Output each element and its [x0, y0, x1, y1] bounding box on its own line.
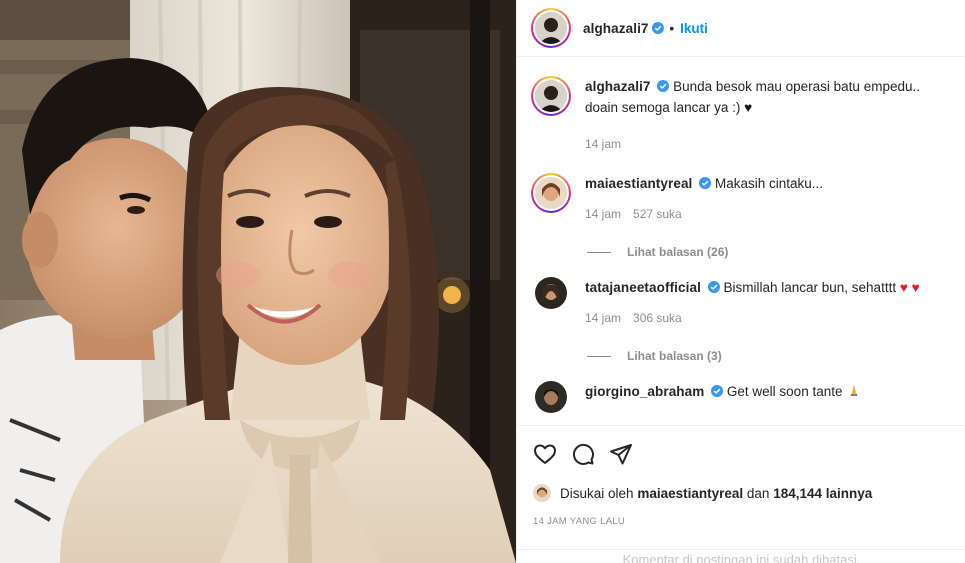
- view-replies-label[interactable]: Lihat balasan (26): [627, 245, 728, 259]
- caption-avatar-ring[interactable]: [531, 76, 571, 116]
- comment-avatar[interactable]: [535, 177, 567, 209]
- post-photo[interactable]: [0, 0, 516, 563]
- replies-divider: [587, 251, 611, 253]
- liker-avatar[interactable]: [533, 484, 551, 502]
- liked-by-connector: dan: [746, 485, 770, 501]
- author-username[interactable]: alghazali7: [583, 21, 649, 36]
- black-heart-emoji: ♥: [744, 100, 753, 115]
- verified-badge-icon: [711, 385, 724, 397]
- comment-username[interactable]: tatajaneetaofficial: [585, 280, 701, 295]
- liked-by-user[interactable]: maiaestiantyreal: [637, 486, 743, 501]
- liked-by-prefix: Disukai oleh: [560, 485, 634, 501]
- comment-time: 14 jam: [585, 311, 622, 325]
- comment-text: Makasih cintaku...: [714, 176, 823, 191]
- red-heart-emoji: ♥: [899, 280, 908, 295]
- verified-badge-icon: [699, 177, 712, 189]
- comment-row: maiaestiantyreal Makasih cintaku... 14 j…: [531, 173, 952, 225]
- comment-avatar[interactable]: [535, 381, 567, 413]
- comment-time: 14 jam: [585, 207, 622, 221]
- verified-badge-icon: [657, 80, 670, 92]
- comment-likes[interactable]: 306 suka: [633, 311, 682, 325]
- view-replies[interactable]: Lihat balasan (3): [587, 349, 952, 363]
- caption-row: alghazali7 Bunda besok mau operasi batu …: [531, 76, 952, 155]
- caption-avatar[interactable]: [535, 80, 567, 112]
- likes-count[interactable]: 184,144 lainnya: [773, 486, 872, 501]
- praying-hands-emoji: [848, 382, 860, 396]
- comments-list[interactable]: alghazali7 Bunda besok mau operasi batu …: [517, 58, 965, 424]
- post-photo-illustration: [0, 0, 516, 563]
- comment-username[interactable]: maiaestiantyreal: [585, 176, 692, 191]
- comment-likes[interactable]: 527 suka: [633, 207, 682, 221]
- comment-avatar-ring[interactable]: [531, 173, 571, 213]
- view-replies[interactable]: Lihat balasan (26): [587, 245, 952, 259]
- comment-icon[interactable]: [571, 442, 595, 466]
- comment-text: Bismillah lancar bun, sehatttt: [723, 280, 897, 295]
- share-icon[interactable]: [609, 442, 633, 466]
- heart-outline-icon[interactable]: [533, 442, 557, 466]
- comment-username[interactable]: giorgino_abraham: [585, 384, 704, 399]
- verified-badge-icon: [707, 281, 720, 293]
- verified-badge-icon: [651, 22, 664, 34]
- follow-button[interactable]: Ikuti: [680, 21, 708, 36]
- post-header: alghazali7 • Ikuti: [517, 0, 965, 57]
- post-actions: Disukai oleh maiaestiantyreal dan 184,14…: [517, 425, 965, 527]
- comments-limited-notice: Komentar di postingan ini sudah dibatasi…: [517, 549, 965, 563]
- comment-row: giorgino_abraham Get well soon tante: [531, 381, 952, 413]
- comment-avatar[interactable]: [535, 277, 567, 309]
- view-replies-label[interactable]: Lihat balasan (3): [627, 349, 722, 363]
- story-ring[interactable]: [531, 8, 571, 48]
- caption-username[interactable]: alghazali7: [585, 79, 651, 94]
- red-heart-emoji: ♥: [911, 280, 920, 295]
- replies-divider: [587, 355, 611, 357]
- caption-time: 14 jam: [585, 137, 622, 151]
- post-timestamp[interactable]: 14 JAM YANG LALU: [533, 516, 950, 527]
- comment-row: tatajaneetaofficial Bismillah lancar bun…: [531, 277, 952, 329]
- author-avatar[interactable]: [535, 12, 567, 44]
- separator-dot: •: [669, 20, 675, 36]
- comment-text: Get well soon tante: [726, 384, 843, 399]
- post-side-panel: alghazali7 • Ikuti alghazali7 Bunda beso…: [516, 0, 965, 563]
- liked-by-row: Disukai oleh maiaestiantyreal dan 184,14…: [533, 484, 950, 502]
